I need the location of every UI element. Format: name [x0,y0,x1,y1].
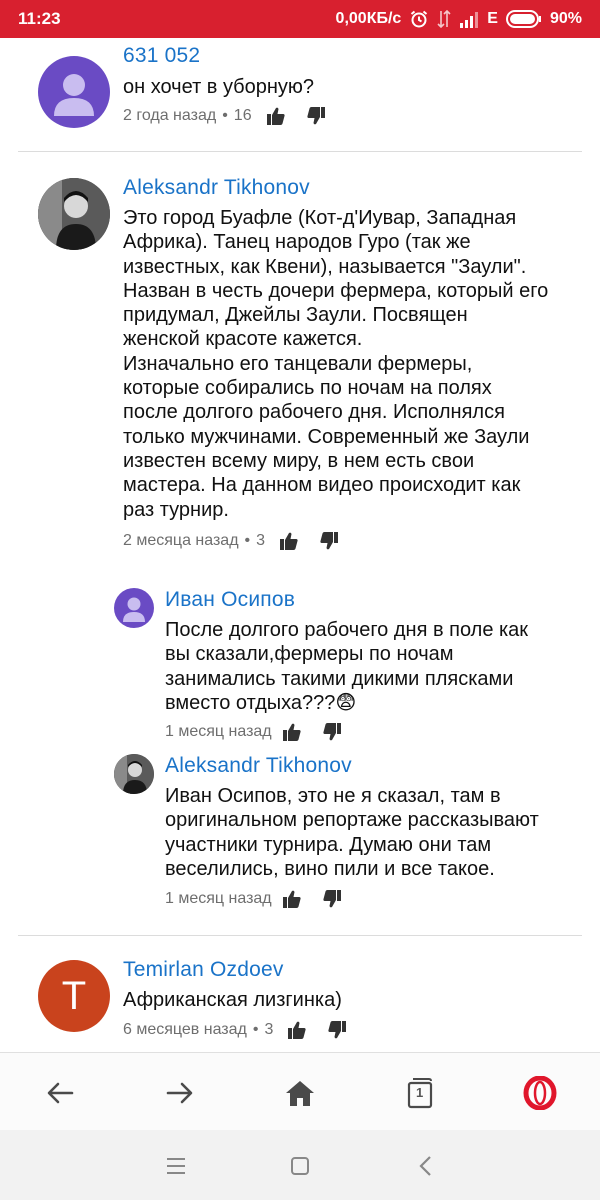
separator: • [222,107,228,124]
comment-text: Африканская лизгинка) [123,989,342,1011]
comment-meta: 1 месяц назад [165,888,344,910]
comment-text: он хочет в уборную? [123,76,315,98]
back-chevron-icon[interactable] [408,1148,444,1184]
comment-time: 1 месяц назад [165,890,272,907]
avatar[interactable] [38,178,110,250]
tabs-icon[interactable]: 1 [398,1071,442,1115]
like-count: 3 [256,532,266,549]
forward-arrow-icon[interactable] [158,1071,202,1115]
status-time: 11:23 [18,9,61,28]
like-icon[interactable] [282,888,304,910]
comment-author[interactable]: Aleksandr Tikhonov [123,176,310,200]
separator: • [252,1021,259,1038]
dislike-icon[interactable] [322,721,344,743]
avatar[interactable]: T [38,960,110,1032]
home-square-icon[interactable] [282,1148,318,1184]
comment-text: После долгого рабочего дня в поле как вы… [165,618,575,715]
comment-meta: 2 месяца назад • 3 [123,530,341,552]
comment-time: 1 месяц назад [165,723,272,740]
avatar-letter: T [61,973,87,1018]
comment-text: Это город Буафле (Кот-д'Иувар, Западная … [123,207,549,521]
divider [18,935,582,936]
avatar[interactable] [114,588,154,628]
comment-author[interactable]: Temirlan Ozdoev [123,958,284,982]
comment-meta: 6 месяцев назад • 3 [123,1019,349,1041]
status-bar: 11:23 0,00КБ/с E 90% [0,0,600,38]
home-icon[interactable] [278,1071,322,1115]
like-icon[interactable] [287,1019,309,1041]
comment-time: 6 месяцев назад [123,1021,247,1038]
comment-time: 2 месяца назад [123,532,239,549]
comments-feed[interactable]: 631 052 он хочет в уборную? 2 года назад… [0,38,600,1052]
comment-text: Иван Осипов, это не я сказал, там в ориг… [165,785,539,880]
status-indicators: 0,00КБ/с E 90% [336,9,582,29]
separator: • [244,532,251,549]
dislike-icon[interactable] [322,888,344,910]
back-arrow-icon[interactable] [38,1071,82,1115]
fearful-face-emoji: 😨 [335,691,357,714]
like-icon[interactable] [282,721,304,743]
signal-transfer-icon [437,9,451,29]
like-icon[interactable] [266,105,288,127]
like-count: 16 [233,107,252,124]
dislike-icon[interactable] [319,530,341,552]
comment-meta: 2 года назад • 16 [123,105,328,127]
avatar[interactable] [38,56,110,128]
network-type: E [487,10,498,27]
avatar[interactable] [114,754,154,794]
comment-meta: 1 месяц назад [165,721,344,743]
opera-icon[interactable] [518,1071,562,1115]
dislike-icon[interactable] [327,1019,349,1041]
comment-author[interactable]: Иван Осипов [165,588,295,612]
comment-author[interactable]: 631 052 [123,44,200,68]
divider [18,151,582,152]
alarm-icon [409,9,429,29]
signal-icon [459,10,479,28]
dislike-icon[interactable] [306,105,328,127]
android-nav-bar [0,1130,600,1200]
battery-percent: 90% [549,10,582,27]
comment-time: 2 года назад [123,107,217,124]
battery-icon [505,10,542,28]
browser-toolbar: 1 [0,1052,600,1130]
network-speed: 0,00КБ/с [335,10,402,27]
comment-author[interactable]: Aleksandr Tikhonov [165,754,352,778]
menu-icon[interactable] [158,1148,194,1184]
tab-count: 1 [416,1085,424,1100]
like-icon[interactable] [279,530,301,552]
like-count: 3 [264,1021,274,1038]
